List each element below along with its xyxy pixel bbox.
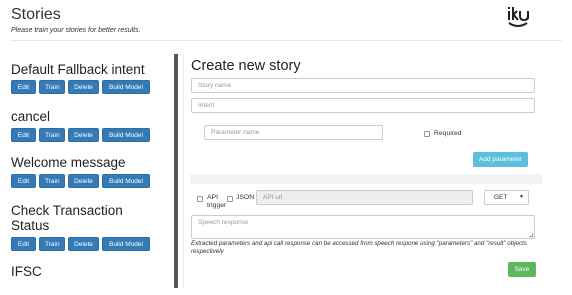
add-parameter-button[interactable]: Add parameter <box>473 152 528 167</box>
help-text: Extracted parameters and api call respon… <box>191 240 527 255</box>
story-name: IFSC <box>11 264 42 279</box>
story-name: Default Fallback intent <box>11 62 145 77</box>
edit-button[interactable]: Edit <box>11 237 36 251</box>
train-button[interactable]: Train <box>39 80 65 94</box>
story-name: Welcome message <box>11 155 126 170</box>
api-trigger-label: API trigger <box>207 194 227 209</box>
story-name-input[interactable]: Story name <box>191 78 535 93</box>
api-section-band <box>190 174 542 184</box>
json-checkbox[interactable] <box>227 196 233 202</box>
speech-response-textarea[interactable]: Speech response <box>191 215 535 239</box>
required-checkbox[interactable] <box>424 131 430 137</box>
story-item: Welcome message Edit Train Delete Build … <box>11 155 150 188</box>
story-item: Default Fallback intent Edit Train Delet… <box>11 62 150 94</box>
form-title: Create new story <box>191 58 301 74</box>
delete-button[interactable]: Delete <box>68 174 99 188</box>
story-name: cancel <box>11 109 51 124</box>
edit-button[interactable]: Edit <box>11 128 36 142</box>
delete-button[interactable]: Delete <box>68 128 99 142</box>
train-button[interactable]: Train <box>39 174 65 188</box>
caret-down-icon: ▼ <box>519 194 524 200</box>
train-button[interactable]: Train <box>39 128 65 142</box>
header-divider <box>10 40 562 41</box>
json-label: JSON <box>236 194 255 201</box>
story-item: IFSC <box>11 264 42 279</box>
api-trigger-checkbox[interactable] <box>197 196 203 202</box>
story-list-scrollbar[interactable] <box>174 54 178 288</box>
required-label: Required <box>434 130 462 137</box>
train-button[interactable]: Train <box>39 237 65 251</box>
story-item: cancel Edit Train Delete Build Model <box>11 109 150 142</box>
parameter-name-input[interactable]: Parameter name <box>204 125 383 140</box>
page-subtitle: Please train your stories for better res… <box>11 27 141 34</box>
iky-logo-icon <box>508 7 529 27</box>
speech-response-placeholder: Speech response <box>198 219 249 226</box>
resize-handle-icon[interactable] <box>529 233 533 237</box>
page-title: Stories <box>11 6 61 23</box>
edit-button[interactable]: Edit <box>11 80 36 94</box>
story-list[interactable]: Default Fallback intent Edit Train Delet… <box>0 52 178 295</box>
story-name: Check Transaction Status <box>11 203 123 233</box>
api-url-input[interactable]: API url <box>256 190 473 205</box>
build-model-button[interactable]: Build Model <box>102 174 150 188</box>
intent-input[interactable]: Intent <box>191 98 535 113</box>
edit-button[interactable]: Edit <box>11 174 36 188</box>
http-method-value: GET <box>494 194 508 201</box>
build-model-button[interactable]: Build Model <box>102 80 150 94</box>
build-model-button[interactable]: Build Model <box>102 237 150 251</box>
delete-button[interactable]: Delete <box>68 80 99 94</box>
delete-button[interactable]: Delete <box>68 237 99 251</box>
column-divider <box>183 54 184 288</box>
save-button[interactable]: Save <box>508 262 536 277</box>
build-model-button[interactable]: Build Model <box>102 128 150 142</box>
http-method-select[interactable]: GET ▼ <box>484 190 529 205</box>
story-item: Check Transaction Status Edit Train Dele… <box>11 203 161 251</box>
